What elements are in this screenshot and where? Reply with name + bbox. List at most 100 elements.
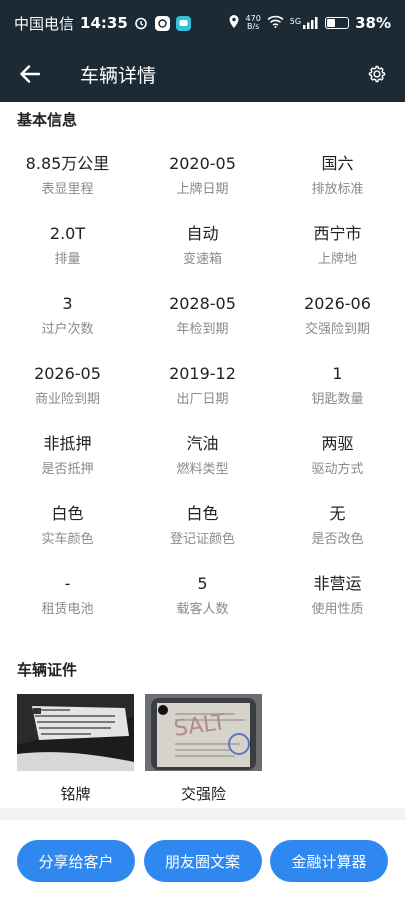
info-label: 表显里程 bbox=[41, 182, 94, 197]
info-item: 2026-05 商业险到期 bbox=[0, 362, 135, 432]
info-item: 1 钥匙数量 bbox=[270, 362, 405, 432]
info-label: 变速箱 bbox=[182, 252, 222, 267]
info-item: 2020-05 上牌日期 bbox=[135, 152, 270, 222]
chat-app-icon bbox=[175, 15, 191, 31]
info-value: 国六 bbox=[321, 154, 354, 173]
battery-fill bbox=[327, 19, 335, 27]
info-label: 是否抵押 bbox=[41, 462, 94, 477]
info-item: 非营运 使用性质 bbox=[270, 572, 405, 642]
settings-button[interactable] bbox=[349, 46, 405, 102]
info-label: 商业险到期 bbox=[34, 392, 100, 407]
finance-calculator-button[interactable]: 金融计算器 bbox=[270, 840, 388, 882]
net-speed: 470 B/s bbox=[246, 15, 261, 31]
net-speed-unit: B/s bbox=[246, 22, 260, 31]
info-value: 2.0T bbox=[49, 224, 86, 243]
info-item: 自动 变速箱 bbox=[135, 222, 270, 292]
basic-info-grid: 8.85万公里 表显里程 2020-05 上牌日期 国六 排放标准 2.0T 排… bbox=[0, 152, 405, 642]
document-item-insurance[interactable]: SALT 交强险 bbox=[145, 694, 262, 804]
info-value: 1 bbox=[332, 364, 343, 383]
info-item: 汽油 燃料类型 bbox=[135, 432, 270, 502]
info-label: 使用性质 bbox=[311, 602, 364, 617]
info-value: 3 bbox=[62, 294, 73, 313]
info-value: 2028-05 bbox=[169, 294, 236, 313]
document-item-nameplate[interactable]: 铭牌 bbox=[17, 694, 134, 804]
info-label: 驱动方式 bbox=[311, 462, 364, 477]
info-label: 交强险到期 bbox=[304, 322, 370, 337]
document-label: 铭牌 bbox=[60, 785, 91, 803]
info-label: 钥匙数量 bbox=[311, 392, 364, 407]
info-label: 实车颜色 bbox=[41, 532, 94, 547]
section-divider bbox=[0, 808, 405, 820]
info-label: 上牌地 bbox=[317, 252, 357, 267]
message-app-icon bbox=[154, 15, 170, 31]
info-item: 非抵押 是否抵押 bbox=[0, 432, 135, 502]
info-item: 2026-06 交强险到期 bbox=[270, 292, 405, 362]
info-value: 2026-06 bbox=[304, 294, 371, 313]
alarm-icon bbox=[134, 16, 149, 31]
info-value: 2019-12 bbox=[169, 364, 236, 383]
info-value: 西宁市 bbox=[313, 224, 362, 243]
vehicle-detail-content[interactable]: 基本信息 8.85万公里 表显里程 2020-05 上牌日期 国六 排放标准 2… bbox=[0, 102, 405, 808]
info-value: 自动 bbox=[186, 224, 219, 243]
documents-title: 车辆证件 bbox=[17, 661, 78, 679]
info-value: 白色 bbox=[186, 504, 219, 523]
back-button[interactable] bbox=[0, 46, 60, 102]
app-bar: 车辆详情 bbox=[0, 46, 405, 102]
info-value: 8.85万公里 bbox=[25, 154, 110, 173]
info-value: 两驱 bbox=[321, 434, 354, 453]
status-bar: 中国电信 14:35 470 B/s 5G 38% bbox=[0, 0, 405, 46]
moments-copy-button[interactable]: 朋友圈文案 bbox=[143, 840, 262, 882]
nameplate-photo[interactable] bbox=[17, 694, 134, 771]
info-label: 出厂日期 bbox=[176, 392, 229, 407]
info-label: 燃料类型 bbox=[176, 462, 229, 477]
page-title: 车辆详情 bbox=[80, 64, 157, 87]
info-label: 租赁电池 bbox=[41, 602, 94, 617]
info-item: - 租赁电池 bbox=[0, 572, 135, 642]
status-right: 470 B/s 5G 38% bbox=[228, 14, 391, 33]
clock-time: 14:35 bbox=[80, 14, 128, 32]
info-item: 白色 实车颜色 bbox=[0, 502, 135, 572]
info-item: 白色 登记证颜色 bbox=[135, 502, 270, 572]
info-value: 汽油 bbox=[186, 434, 219, 453]
share-to-customer-button[interactable]: 分享给客户 bbox=[17, 840, 135, 882]
document-label: 交强险 bbox=[180, 785, 226, 803]
insurance-photo[interactable]: SALT bbox=[145, 694, 262, 771]
info-label: 载客人数 bbox=[176, 602, 229, 617]
info-value: 非营运 bbox=[313, 574, 362, 593]
info-value: 5 bbox=[197, 574, 208, 593]
info-item: 5 载客人数 bbox=[135, 572, 270, 642]
info-item: 2.0T 排量 bbox=[0, 222, 135, 292]
wifi-icon bbox=[267, 14, 284, 32]
info-value: 2020-05 bbox=[169, 154, 236, 173]
info-value: 非抵押 bbox=[43, 434, 92, 453]
network-type: 5G bbox=[289, 17, 302, 26]
info-item: 3 过户次数 bbox=[0, 292, 135, 362]
battery-percent: 38% bbox=[355, 14, 391, 32]
location-icon bbox=[228, 14, 240, 33]
info-item: 国六 排放标准 bbox=[270, 152, 405, 222]
info-item: 两驱 驱动方式 bbox=[270, 432, 405, 502]
info-item: 西宁市 上牌地 bbox=[270, 222, 405, 292]
gear-icon bbox=[368, 65, 386, 83]
info-item: 无 是否改色 bbox=[270, 502, 405, 572]
battery-icon bbox=[325, 17, 350, 29]
info-value: 2026-05 bbox=[34, 364, 101, 383]
info-label: 登记证颜色 bbox=[169, 532, 235, 547]
bottom-action-bar: 分享给客户 朋友圈文案 金融计算器 bbox=[0, 820, 405, 900]
documents-list: 铭牌 SALT 交强险 bbox=[17, 694, 262, 804]
signal-icon: 5G bbox=[290, 17, 319, 29]
info-label: 排放标准 bbox=[311, 182, 364, 197]
info-value: 无 bbox=[329, 504, 346, 523]
info-item: 2028-05 年检到期 bbox=[135, 292, 270, 362]
carrier-name: 中国电信 bbox=[14, 14, 75, 33]
arrow-left-icon bbox=[20, 65, 40, 83]
info-label: 上牌日期 bbox=[176, 182, 229, 197]
info-item: 8.85万公里 表显里程 bbox=[0, 152, 135, 222]
info-item: 2019-12 出厂日期 bbox=[135, 362, 270, 432]
info-value: - bbox=[64, 574, 71, 593]
info-label: 是否改色 bbox=[311, 532, 364, 547]
info-label: 年检到期 bbox=[176, 322, 229, 337]
info-value: 白色 bbox=[51, 504, 84, 523]
info-label: 排量 bbox=[54, 252, 81, 267]
info-label: 过户次数 bbox=[41, 322, 94, 337]
